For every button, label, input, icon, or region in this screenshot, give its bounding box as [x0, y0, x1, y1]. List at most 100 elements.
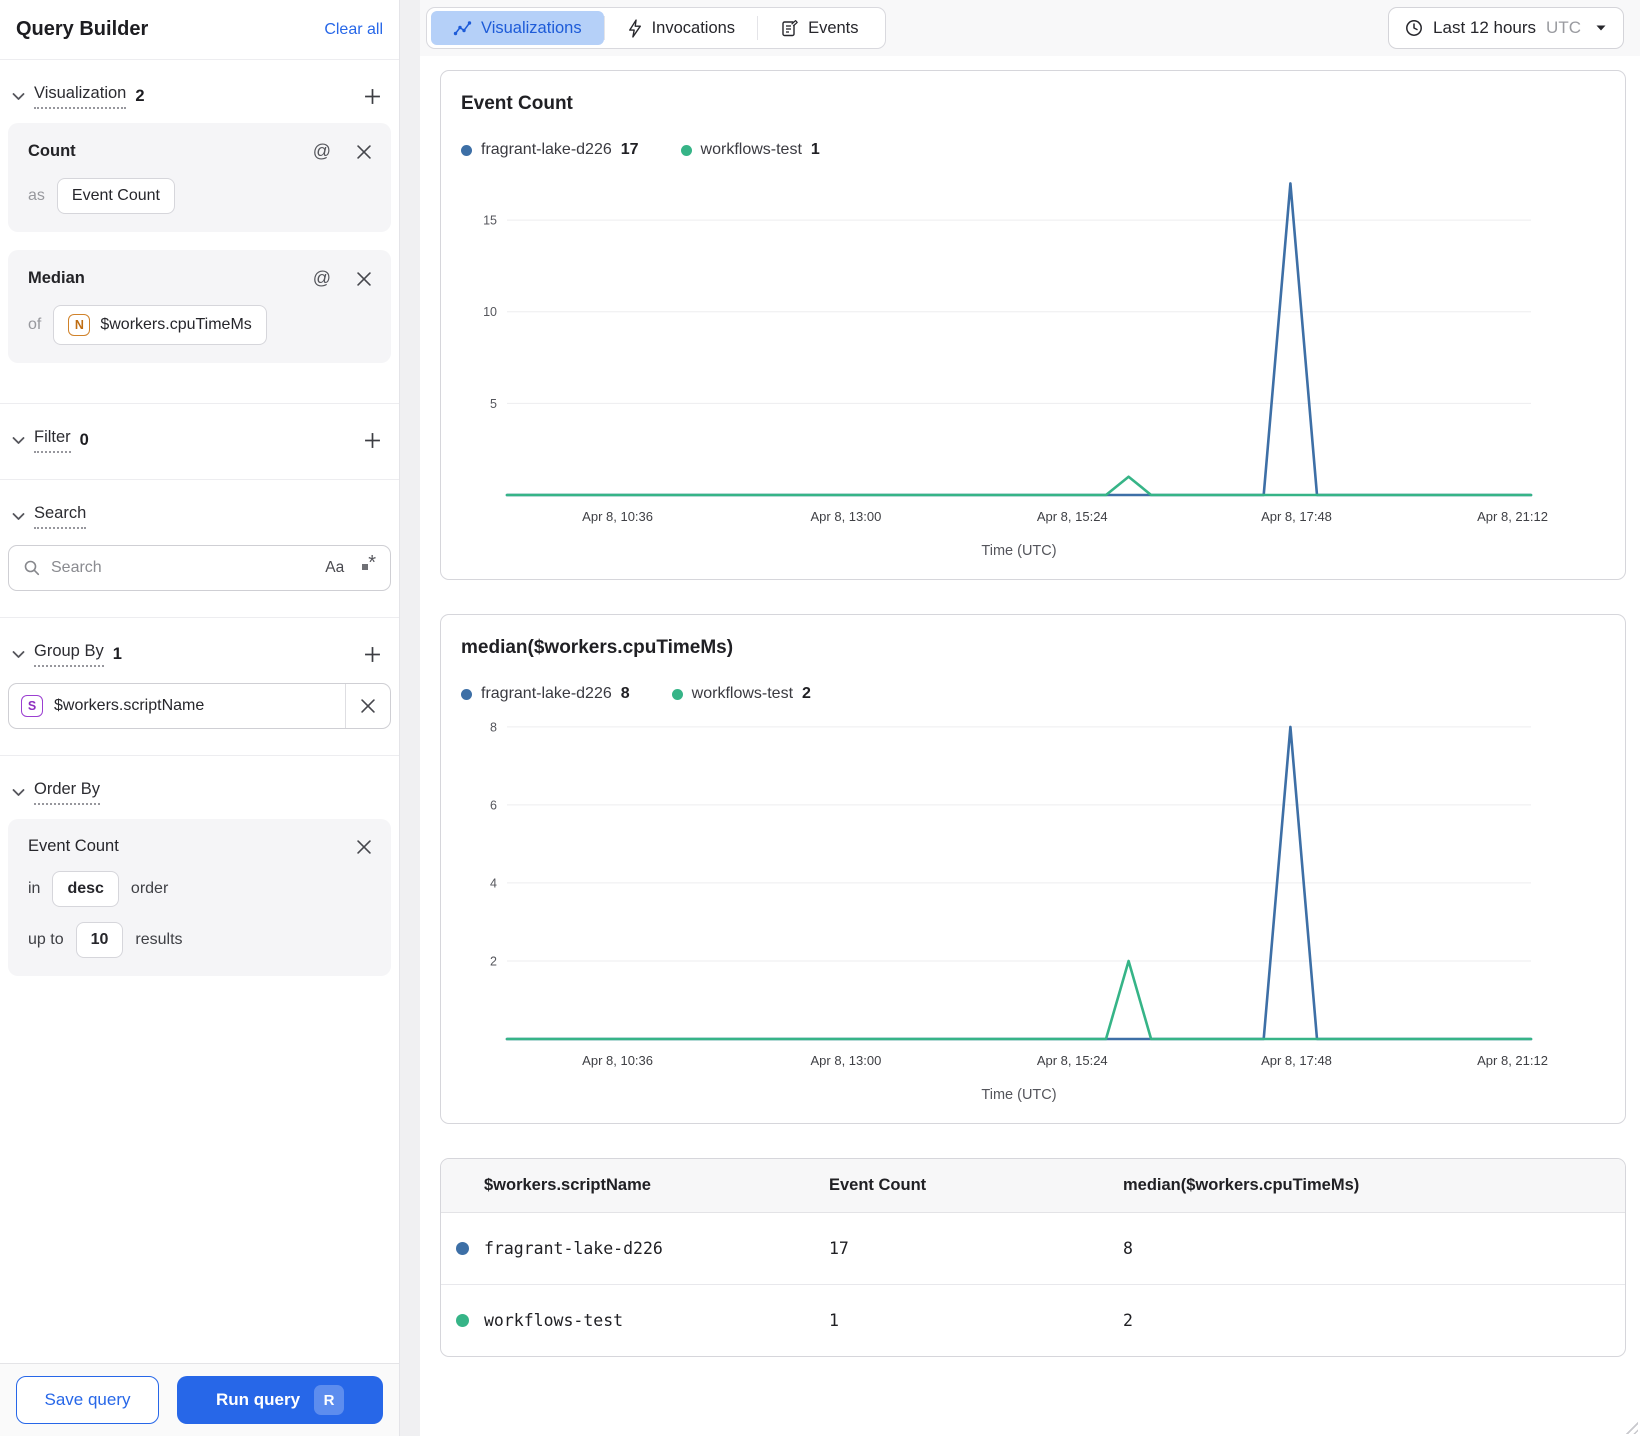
time-range-selector[interactable]: Last 12 hours UTC [1388, 7, 1624, 49]
table-header-row: $workers.scriptName Event Count median($… [441, 1159, 1625, 1213]
search-section-title: Search [34, 504, 87, 529]
numeric-type-icon: N [68, 314, 91, 336]
legend-item[interactable]: fragrant-lake-d226 8 [461, 685, 630, 703]
chevron-down-icon [1595, 24, 1607, 32]
at-mention-icon[interactable]: @ [313, 141, 331, 162]
filter-count: 0 [79, 431, 89, 449]
series-dot [680, 144, 692, 156]
chevron-down-icon[interactable] [12, 92, 25, 101]
cell-script-name: workflows-test [484, 1311, 624, 1330]
chart-legend: fragrant-lake-d226 17 workflows-test 1 [461, 141, 1605, 159]
close-icon[interactable] [357, 271, 371, 286]
group-by-item[interactable]: S $workers.scriptName [8, 683, 391, 729]
event-count-line-chart: 5 10 15 Apr 8, 10:36 Apr 8, 13:00 Apr 8, 15:2… [483, 182, 1548, 559]
of-label: of [28, 316, 42, 333]
svg-text:Apr 8, 17:48: Apr 8, 17:48 [1261, 509, 1332, 524]
clear-all-link[interactable]: Clear all [324, 21, 383, 39]
clock-icon [1405, 19, 1423, 37]
legend-item[interactable]: fragrant-lake-d226 17 [461, 141, 639, 159]
group-by-field-value: $workers.scriptName [54, 697, 205, 714]
search-box: Aa * [8, 545, 391, 591]
median-field-value: $workers.cpuTimeMs [100, 316, 252, 333]
visualization-card-median: Median @ of N $workers.cpuTimeMs [8, 250, 391, 363]
chevron-down-icon[interactable] [12, 436, 25, 445]
search-section: Search Aa * [0, 479, 399, 617]
table-row: fragrant-lake-d226 17 8 [441, 1213, 1625, 1285]
svg-text:Apr 8, 13:00: Apr 8, 13:00 [811, 1053, 882, 1068]
series-total: 17 [620, 141, 639, 158]
median-cputime-chart-card: median($workers.cpuTimeMs) fragrant-lake… [440, 614, 1626, 1124]
in-label: in [28, 880, 41, 897]
cell-event-count: 17 [829, 1239, 849, 1258]
visualization-alias-value: Event Count [71, 187, 160, 204]
sort-direction-selector[interactable]: desc [52, 871, 119, 907]
tab-invocations[interactable]: Invocations [605, 11, 757, 45]
series-name: workflows-test [691, 685, 794, 702]
save-query-button[interactable]: Save query [16, 1376, 159, 1424]
search-input[interactable] [51, 559, 326, 577]
match-case-icon[interactable]: Aa [325, 559, 344, 577]
svg-text:Apr 8, 21:12: Apr 8, 21:12 [1477, 509, 1548, 524]
view-tabs: Visualizations Invocations Events [426, 7, 886, 49]
chevron-down-icon[interactable] [12, 650, 25, 659]
remove-group-by-icon[interactable] [346, 699, 390, 713]
tab-visualizations[interactable]: Visualizations [431, 11, 604, 45]
legend-item[interactable]: workflows-test 2 [671, 685, 811, 703]
chevron-down-icon[interactable] [12, 512, 25, 521]
results-table: $workers.scriptName Event Count median($… [441, 1159, 1625, 1356]
legend-item[interactable]: workflows-test 1 [680, 141, 820, 159]
events-list-icon [780, 19, 799, 38]
query-builder-app: Query Builder Clear all Visualization 2 [0, 0, 1640, 1436]
column-header-median: median($workers.cpuTimeMs) [1123, 1159, 1625, 1213]
at-mention-icon[interactable]: @ [313, 268, 331, 289]
query-builder-sidebar: Query Builder Clear all Visualization 2 [0, 0, 400, 1436]
visualization-name: Count [28, 142, 76, 160]
series-dot [456, 1314, 469, 1327]
visualization-alias-field[interactable]: Event Count [56, 178, 175, 214]
series-dot [461, 688, 472, 700]
main-area: Visualizations Invocations Events Last 1… [420, 0, 1640, 1436]
median-field-selector[interactable]: N $workers.cpuTimeMs [53, 305, 267, 345]
svg-text:4: 4 [490, 876, 497, 890]
string-type-icon: S [21, 695, 43, 717]
search-icon [23, 559, 41, 577]
visualization-card-count: Count @ as Event Count [8, 123, 391, 232]
svg-text:15: 15 [483, 214, 497, 228]
close-icon[interactable] [357, 839, 371, 854]
run-query-label: Run query [215, 1390, 301, 1409]
svg-text:2: 2 [490, 954, 497, 968]
run-query-button[interactable]: Run query R [177, 1376, 383, 1424]
resize-grip[interactable] [1623, 1419, 1638, 1434]
svg-text:Apr 8, 13:00: Apr 8, 13:00 [811, 509, 882, 524]
svg-text:Apr 8, 10:36: Apr 8, 10:36 [582, 1053, 653, 1068]
event-count-chart-card: Event Count fragrant-lake-d226 17 workfl… [440, 70, 1626, 580]
cell-median: 2 [1123, 1284, 1625, 1356]
visualization-name: Median [28, 269, 85, 287]
svg-text:Time (UTC): Time (UTC) [981, 543, 1056, 559]
svg-text:Apr 8, 10:36: Apr 8, 10:36 [582, 509, 653, 524]
sidebar-body: Visualization 2 Count @ as Event Count M… [0, 60, 399, 1363]
svg-text:8: 8 [490, 720, 497, 734]
chart-legend: fragrant-lake-d226 8 workflows-test 2 [461, 685, 1605, 703]
as-label: as [28, 187, 45, 204]
group-by-section: Group By 1 S $workers.scriptName [0, 617, 399, 755]
results-table-card: $workers.scriptName Event Count median($… [440, 1158, 1626, 1357]
svg-text:10: 10 [483, 305, 497, 319]
column-header-event-count: Event Count [829, 1159, 1123, 1213]
add-filter-button[interactable] [362, 430, 383, 451]
page-title: Query Builder [16, 18, 149, 40]
chart-title: Event Count [461, 93, 573, 114]
tab-events[interactable]: Events [758, 11, 880, 45]
column-header-script-name: $workers.scriptName [441, 1159, 829, 1213]
chevron-down-icon[interactable] [12, 788, 25, 797]
regex-icon[interactable]: * [362, 553, 376, 573]
svg-text:Apr 8, 21:12: Apr 8, 21:12 [1477, 1053, 1548, 1068]
add-visualization-button[interactable] [362, 86, 383, 107]
limit-input[interactable]: 10 [75, 922, 124, 958]
close-icon[interactable] [357, 144, 371, 159]
svg-text:Time (UTC): Time (UTC) [981, 1087, 1056, 1103]
add-group-by-button[interactable] [362, 644, 383, 665]
svg-text:Apr 8, 15:24: Apr 8, 15:24 [1037, 1053, 1108, 1068]
group-by-section-title: Group By [34, 642, 104, 667]
visualization-count: 2 [135, 87, 145, 105]
